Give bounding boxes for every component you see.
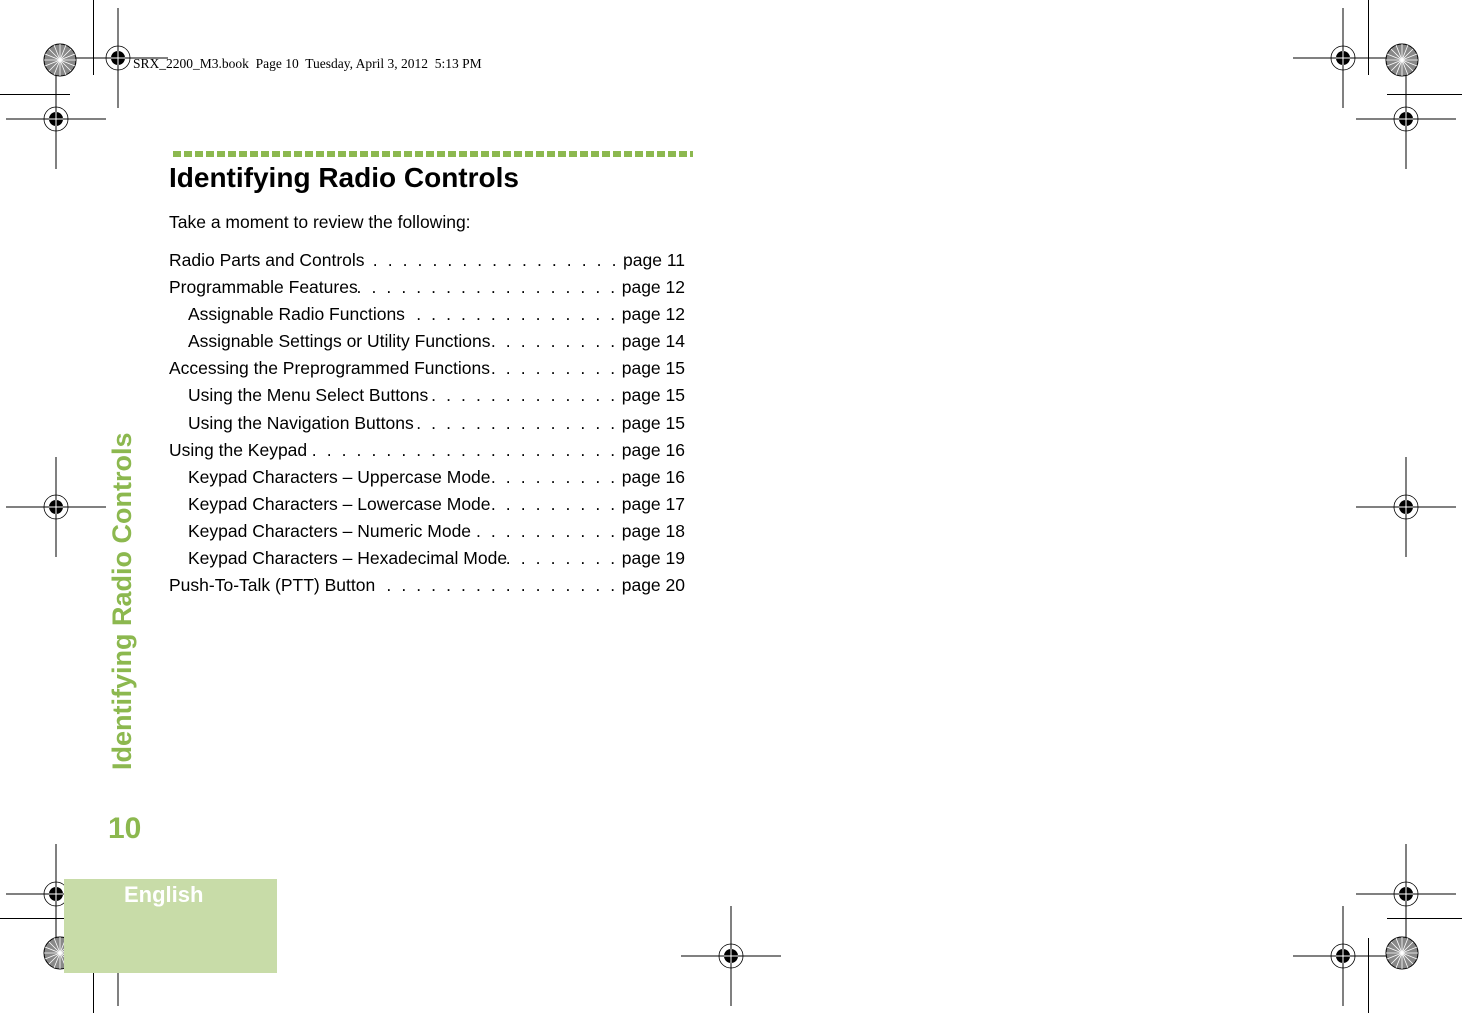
registration-mark-icon	[5, 68, 107, 170]
toc-dot-leader: . . . . . . . . . . . . . . . . . . . . …	[490, 466, 618, 487]
toc-dot-leader: . . . . . . . . . . . . . . . . . . . . …	[428, 385, 618, 406]
toc-entry-page: page 16	[621, 439, 685, 460]
toc-entry-label: Assignable Radio Functions	[188, 304, 405, 325]
toc-entry-label: Push-To-Talk (PTT) Button	[169, 575, 376, 596]
toc-entry-page: page 14	[621, 331, 685, 352]
registration-mark-icon	[1355, 68, 1457, 170]
table-of-contents: Radio Parts and Controls. . . . . . . . …	[169, 248, 685, 600]
toc-entry[interactable]: Assignable Radio Functions. . . . . . . …	[169, 302, 685, 329]
toc-entry-label: Accessing the Preprogrammed Functions	[169, 358, 490, 379]
toc-dot-leader: . . . . . . . . . . . . . . . . . . . . …	[414, 412, 618, 433]
registration-mark-icon	[1355, 843, 1457, 945]
toc-entry-label: Keypad Characters – Hexadecimal Mode	[188, 548, 508, 569]
language-label: English	[124, 882, 204, 907]
registration-mark-icon	[5, 456, 107, 558]
toc-entry-label: Keypad Characters – Lowercase Mode	[188, 493, 491, 514]
registration-mark-icon	[1292, 7, 1394, 109]
toc-entry[interactable]: Push-To-Talk (PTT) Button. . . . . . . .…	[169, 573, 685, 600]
toc-entry[interactable]: Keypad Characters – Uppercase Mode. . . …	[169, 465, 685, 492]
intro-text: Take a moment to review the following:	[169, 212, 471, 232]
toc-entry-page: page 19	[621, 548, 685, 569]
print-stamp: SRX_2200_M3.book Page 10 Tuesday, April …	[133, 56, 482, 71]
toc-entry-label: Using the Menu Select Buttons	[188, 385, 429, 406]
toc-entry-label: Programmable Features	[169, 277, 358, 298]
toc-entry-page: page 11	[623, 250, 685, 270]
toc-entry[interactable]: Assignable Settings or Utility Functions…	[169, 329, 685, 356]
toc-entry-page: page 12	[621, 304, 685, 325]
toc-dot-leader: . . . . . . . . . . . . . . . . . . . . …	[358, 277, 618, 298]
toc-dot-leader: . . . . . . . . . . . . . . . . . . . . …	[375, 575, 618, 596]
toc-entry[interactable]: Keypad Characters – Numeric Mode. . . . …	[169, 519, 685, 546]
star-target-icon	[1385, 936, 1419, 970]
toc-entry-page: page 16	[621, 466, 685, 487]
toc-dot-leader: . . . . . . . . . . . . . . . . . . . . …	[365, 250, 620, 270]
toc-entry-page: page 15	[621, 358, 685, 379]
toc-entry-label: Using the Navigation Buttons	[188, 412, 414, 433]
toc-dot-leader: . . . . . . . . . . . . . . . . . . . . …	[405, 304, 618, 325]
section-divider	[173, 151, 693, 157]
registration-mark-icon	[1355, 456, 1457, 558]
toc-entry-page: page 18	[621, 520, 685, 541]
toc-entry[interactable]: Accessing the Preprogrammed Functions. .…	[169, 356, 685, 383]
toc-dot-leader: . . . . . . . . . . . . . . . . . . . . …	[490, 493, 618, 514]
toc-entry[interactable]: Using the Menu Select Buttons. . . . . .…	[169, 383, 685, 410]
page-title: Identifying Radio Controls	[169, 162, 519, 193]
toc-entry-label: Keypad Characters – Numeric Mode	[188, 520, 472, 541]
toc-entry-page: page 17	[621, 493, 685, 514]
toc-entry-page: page 15	[621, 385, 685, 406]
toc-entry[interactable]: Radio Parts and Controls. . . . . . . . …	[169, 248, 685, 275]
toc-dot-leader: . . . . . . . . . . . . . . . . . . . . …	[307, 439, 618, 460]
toc-entry-label: Radio Parts and Controls	[169, 250, 365, 270]
toc-entry-label: Keypad Characters – Uppercase Mode	[188, 466, 491, 487]
toc-entry[interactable]: Using the Navigation Buttons. . . . . . …	[169, 411, 685, 438]
page-number: 10	[108, 812, 142, 845]
toc-entry-page: page 20	[621, 575, 685, 596]
toc-dot-leader: . . . . . . . . . . . . . . . . . . . . …	[490, 331, 618, 352]
toc-entry-page: page 15	[621, 412, 685, 433]
toc-dot-leader: . . . . . . . . . . . . . . . . . . . . …	[490, 358, 618, 379]
star-target-icon	[1385, 43, 1419, 77]
toc-dot-leader: . . . . . . . . . . . . . . . . . . . . …	[471, 520, 618, 541]
toc-entry-page: page 12	[621, 277, 685, 298]
toc-entry[interactable]: Programmable Features. . . . . . . . . .…	[169, 275, 685, 302]
toc-entry-label: Using the Keypad	[169, 439, 308, 460]
toc-entry[interactable]: Using the Keypad. . . . . . . . . . . . …	[169, 438, 685, 465]
toc-entry-label: Assignable Settings or Utility Functions	[188, 331, 491, 352]
toc-entry[interactable]: Keypad Characters – Hexadecimal Mode. . …	[169, 546, 685, 573]
toc-entry[interactable]: Keypad Characters – Lowercase Mode. . . …	[169, 492, 685, 519]
registration-mark-icon	[680, 905, 782, 1007]
star-target-icon	[43, 43, 77, 77]
side-tab-title: Identifying Radio Controls	[107, 432, 137, 771]
toc-dot-leader: . . . . . . . . . . . . . . . . . . . . …	[507, 548, 618, 569]
registration-mark-icon	[1292, 905, 1394, 1007]
